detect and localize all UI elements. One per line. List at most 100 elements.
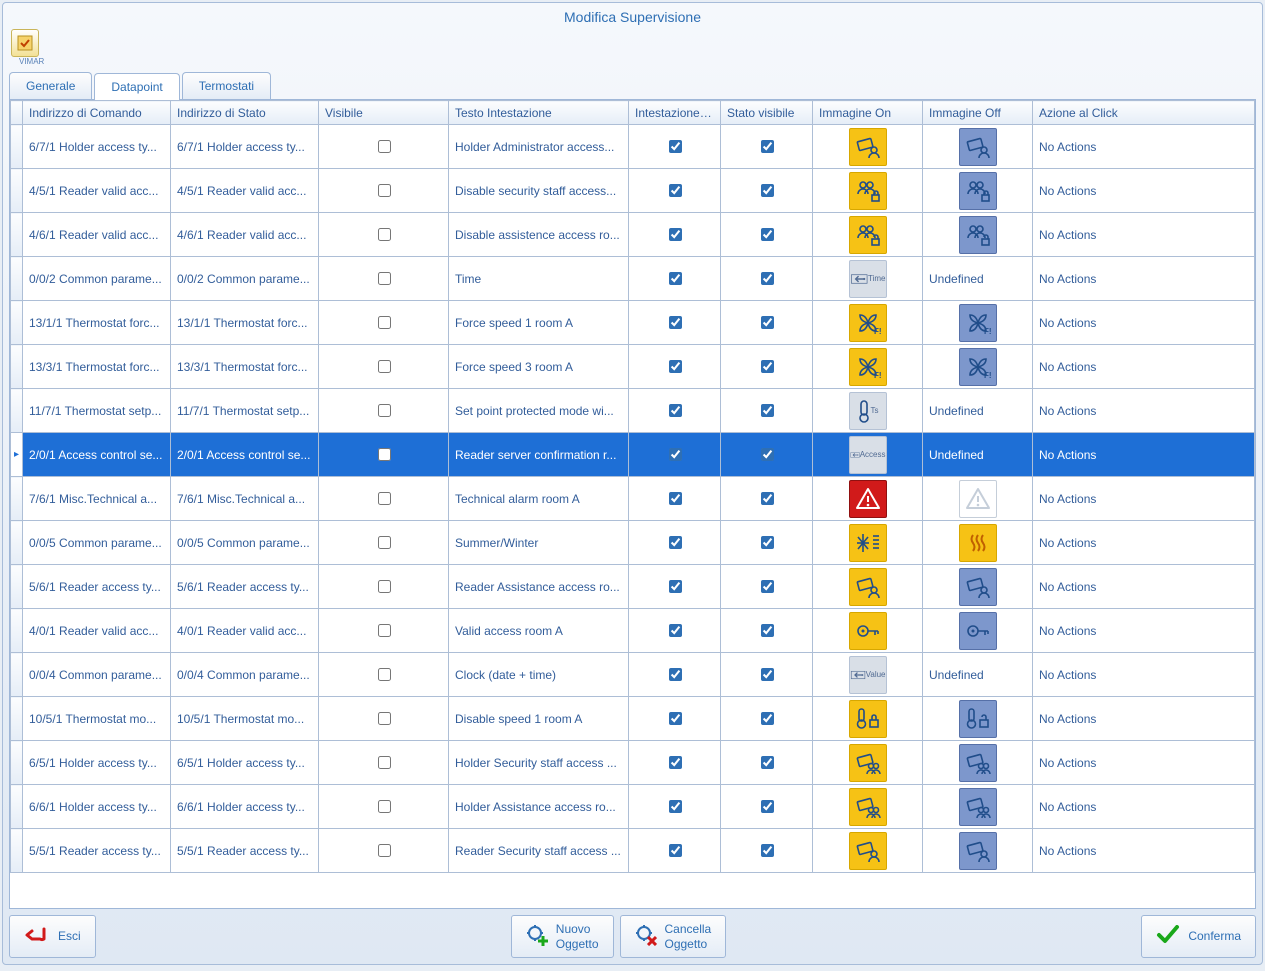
cell-command-address[interactable]: 7/6/1 Misc.Technical a... <box>23 477 171 521</box>
table-row[interactable]: 0/0/4 Common parame...0/0/4 Common param… <box>11 653 1255 697</box>
heading-visible-checkbox[interactable] <box>669 316 682 329</box>
col-heading-text[interactable]: Testo Intestazione <box>449 101 629 125</box>
cell-command-address[interactable]: 11/7/1 Thermostat setp... <box>23 389 171 433</box>
cell-status-address[interactable]: 4/6/1 Reader valid acc... <box>171 213 319 257</box>
cell-command-address[interactable]: 6/7/1 Holder access ty... <box>23 125 171 169</box>
visible-checkbox[interactable] <box>378 536 391 549</box>
heading-visible-checkbox[interactable] <box>669 580 682 593</box>
state-visible-checkbox[interactable] <box>761 844 774 857</box>
visible-checkbox[interactable] <box>378 844 391 857</box>
cell-image-off-undefined[interactable]: Undefined <box>923 257 1033 301</box>
state-visible-checkbox[interactable] <box>761 580 774 593</box>
col-indicator[interactable] <box>11 101 23 125</box>
cell-heading-visible[interactable] <box>629 257 721 301</box>
cell-status-address[interactable]: 0/0/2 Common parame... <box>171 257 319 301</box>
state-visible-checkbox[interactable] <box>761 316 774 329</box>
cell-state-visible[interactable] <box>721 521 813 565</box>
cell-heading-text[interactable]: Force speed 1 room A <box>449 301 629 345</box>
cell-image-on[interactable] <box>813 477 923 521</box>
cell-visible[interactable] <box>319 609 449 653</box>
state-visible-checkbox[interactable] <box>761 668 774 681</box>
cell-heading-text[interactable]: Set point protected mode wi... <box>449 389 629 433</box>
table-row[interactable]: 13/1/1 Thermostat forc...13/1/1 Thermost… <box>11 301 1255 345</box>
cell-command-address[interactable]: 6/6/1 Holder access ty... <box>23 785 171 829</box>
table-row[interactable]: 6/6/1 Holder access ty...6/6/1 Holder ac… <box>11 785 1255 829</box>
cell-command-address[interactable]: 5/5/1 Reader access ty... <box>23 829 171 873</box>
heading-visible-checkbox[interactable] <box>669 360 682 373</box>
cell-image-off-undefined[interactable]: Undefined <box>923 653 1033 697</box>
visible-checkbox[interactable] <box>378 228 391 241</box>
table-row[interactable]: 0/0/2 Common parame...0/0/2 Common param… <box>11 257 1255 301</box>
cell-heading-visible[interactable] <box>629 785 721 829</box>
cell-heading-text[interactable]: Disable security staff access... <box>449 169 629 213</box>
cell-image-on[interactable] <box>813 125 923 169</box>
cell-heading-visible[interactable] <box>629 301 721 345</box>
cell-heading-text[interactable]: Reader Assistance access ro... <box>449 565 629 609</box>
cell-status-address[interactable]: 7/6/1 Misc.Technical a... <box>171 477 319 521</box>
cell-click-action[interactable]: No Actions <box>1033 653 1255 697</box>
cell-visible[interactable] <box>319 433 449 477</box>
cell-status-address[interactable]: 13/1/1 Thermostat forc... <box>171 301 319 345</box>
cell-heading-visible[interactable] <box>629 433 721 477</box>
cell-status-address[interactable]: 0/0/5 Common parame... <box>171 521 319 565</box>
cell-image-off[interactable] <box>923 213 1033 257</box>
cell-click-action[interactable]: No Actions <box>1033 521 1255 565</box>
cell-click-action[interactable]: No Actions <box>1033 125 1255 169</box>
cell-state-visible[interactable] <box>721 829 813 873</box>
visible-checkbox[interactable] <box>378 800 391 813</box>
cell-visible[interactable] <box>319 741 449 785</box>
cell-heading-text[interactable]: Holder Assistance access ro... <box>449 785 629 829</box>
state-visible-checkbox[interactable] <box>761 272 774 285</box>
cell-command-address[interactable]: 0/0/2 Common parame... <box>23 257 171 301</box>
cell-heading-visible[interactable] <box>629 653 721 697</box>
heading-visible-checkbox[interactable] <box>669 800 682 813</box>
col-status-address[interactable]: Indirizzo di Stato <box>171 101 319 125</box>
cell-state-visible[interactable] <box>721 609 813 653</box>
cell-image-off[interactable] <box>923 829 1033 873</box>
visible-checkbox[interactable] <box>378 712 391 725</box>
cell-image-on[interactable]: Value <box>813 653 923 697</box>
col-image-on[interactable]: Immagine On <box>813 101 923 125</box>
table-row[interactable]: 4/6/1 Reader valid acc...4/6/1 Reader va… <box>11 213 1255 257</box>
cell-visible[interactable] <box>319 301 449 345</box>
cell-visible[interactable] <box>319 169 449 213</box>
cell-command-address[interactable]: 4/0/1 Reader valid acc... <box>23 609 171 653</box>
cell-visible[interactable] <box>319 565 449 609</box>
cell-heading-text[interactable]: Valid access room A <box>449 609 629 653</box>
cell-status-address[interactable]: 5/6/1 Reader access ty... <box>171 565 319 609</box>
heading-visible-checkbox[interactable] <box>669 668 682 681</box>
visible-checkbox[interactable] <box>378 316 391 329</box>
cell-visible[interactable] <box>319 477 449 521</box>
cell-image-on[interactable]: F! <box>813 345 923 389</box>
visible-checkbox[interactable] <box>378 140 391 153</box>
state-visible-checkbox[interactable] <box>761 140 774 153</box>
state-visible-checkbox[interactable] <box>761 404 774 417</box>
cell-image-on[interactable] <box>813 169 923 213</box>
cell-status-address[interactable]: 4/5/1 Reader valid acc... <box>171 169 319 213</box>
cell-image-off[interactable]: F! <box>923 345 1033 389</box>
cell-visible[interactable] <box>319 257 449 301</box>
heading-visible-checkbox[interactable] <box>669 448 682 461</box>
cell-image-off[interactable] <box>923 697 1033 741</box>
tab-datapoint[interactable]: Datapoint <box>94 73 179 100</box>
cell-heading-visible[interactable] <box>629 609 721 653</box>
cell-image-off[interactable] <box>923 565 1033 609</box>
cell-heading-text[interactable]: Force speed 3 room A <box>449 345 629 389</box>
col-visible[interactable]: Visibile <box>319 101 449 125</box>
state-visible-checkbox[interactable] <box>761 536 774 549</box>
table-row[interactable]: 7/6/1 Misc.Technical a...7/6/1 Misc.Tech… <box>11 477 1255 521</box>
delete-object-button[interactable]: CancellaOggetto <box>620 915 727 958</box>
heading-visible-checkbox[interactable] <box>669 492 682 505</box>
state-visible-checkbox[interactable] <box>761 800 774 813</box>
col-image-off[interactable]: Immagine Off <box>923 101 1033 125</box>
cell-heading-text[interactable]: Disable speed 1 room A <box>449 697 629 741</box>
cell-image-on[interactable] <box>813 785 923 829</box>
cell-click-action[interactable]: No Actions <box>1033 389 1255 433</box>
cell-heading-text[interactable]: Summer/Winter <box>449 521 629 565</box>
visible-checkbox[interactable] <box>378 580 391 593</box>
cell-heading-visible[interactable] <box>629 125 721 169</box>
visible-checkbox[interactable] <box>378 492 391 505</box>
table-row[interactable]: 13/3/1 Thermostat forc...13/3/1 Thermost… <box>11 345 1255 389</box>
cell-image-on[interactable]: Access <box>813 433 923 477</box>
cell-click-action[interactable]: No Actions <box>1033 785 1255 829</box>
